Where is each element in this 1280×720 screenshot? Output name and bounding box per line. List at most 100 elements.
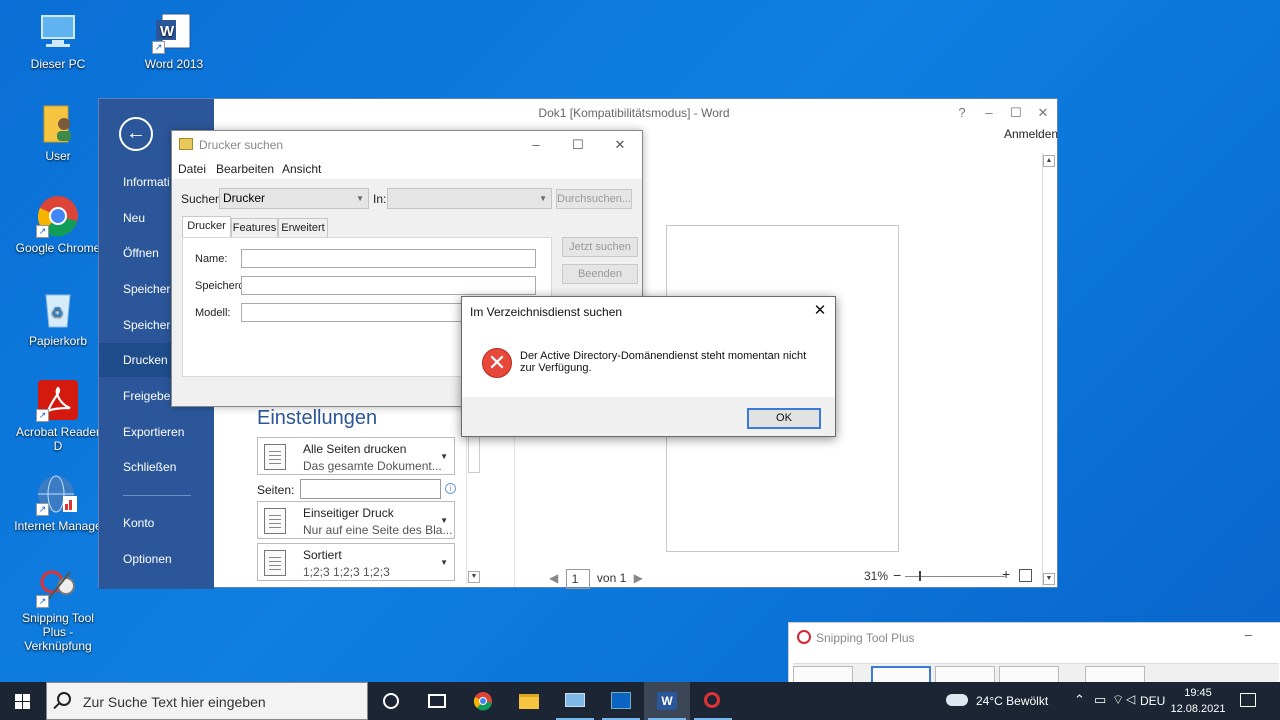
pages-label: Seiten: bbox=[257, 483, 295, 497]
zoom-in-icon[interactable]: + bbox=[1002, 566, 1010, 582]
divider bbox=[123, 495, 191, 496]
clock[interactable]: 19:45 12.08.2021 bbox=[1166, 685, 1230, 717]
single-side-icon bbox=[264, 508, 286, 534]
internet-manager-icon: ↗ bbox=[36, 472, 80, 516]
taskbar-chrome[interactable] bbox=[460, 682, 506, 720]
menu-bearbeiten[interactable]: Bearbeiten bbox=[216, 162, 274, 176]
task-view-button[interactable] bbox=[414, 682, 460, 720]
desktop-icon-papierkorb[interactable]: ♻ Papierkorb bbox=[13, 287, 103, 348]
close-button[interactable]: ✕ bbox=[1031, 103, 1055, 123]
fit-page-icon[interactable] bbox=[1019, 569, 1032, 582]
in-label: In: bbox=[373, 192, 387, 206]
battery-icon[interactable]: ▭ bbox=[1094, 692, 1106, 708]
prev-page-icon[interactable]: ◀ bbox=[549, 571, 558, 585]
help-button[interactable]: ? bbox=[950, 103, 974, 123]
maximize-button[interactable]: ☐ bbox=[1004, 103, 1028, 123]
info-icon[interactable]: i bbox=[445, 483, 456, 494]
dialog-titlebar[interactable]: Drucker suchen – ☐ ✕ bbox=[172, 131, 642, 159]
minimize-button[interactable]: – bbox=[1245, 627, 1252, 642]
browse-button[interactable]: Durchsuchen... bbox=[556, 189, 632, 209]
dropdown-description: Das gesamte Dokument... bbox=[303, 459, 442, 473]
menu-datei[interactable]: Datei bbox=[178, 162, 206, 176]
signin-link[interactable]: Anmelden bbox=[1004, 127, 1058, 141]
close-icon[interactable]: ✕ bbox=[811, 302, 829, 320]
search-icon bbox=[57, 692, 71, 706]
search-now-button[interactable]: Jetzt suchen bbox=[562, 237, 638, 257]
taskbar-explorer[interactable] bbox=[506, 682, 552, 720]
close-button[interactable]: ✕ bbox=[605, 135, 635, 155]
acrobat-icon: ↗ bbox=[36, 378, 80, 422]
name-label: Name: bbox=[195, 253, 228, 265]
dropdown-value: Alle Seiten drucken bbox=[303, 442, 407, 456]
desktop-icon-label: Google Chrome bbox=[15, 241, 101, 255]
network-icon[interactable]: ⌔ bbox=[1112, 692, 1124, 708]
desktop-icon-acrobat[interactable]: ↗ Acrobat Reader D bbox=[13, 378, 103, 453]
back-arrow-icon[interactable]: ← bbox=[119, 117, 153, 151]
desktop-icon-label: Snipping Tool Plus - Verknüpfung bbox=[22, 611, 94, 653]
word-icon: W bbox=[657, 692, 677, 710]
next-page-icon[interactable]: ▶ bbox=[634, 571, 643, 585]
taskbar-network-app[interactable] bbox=[552, 682, 598, 720]
desktop-icon-internet-manager[interactable]: ↗ Internet Manage bbox=[13, 472, 103, 533]
tab-drucker[interactable]: Drucker bbox=[182, 216, 231, 239]
shortcut-arrow-icon: ↗ bbox=[36, 225, 49, 238]
desktop-icon-word-2013[interactable]: W ↗ Word 2013 bbox=[129, 10, 219, 71]
menu-ansicht[interactable]: Ansicht bbox=[282, 162, 321, 176]
window-title: Dok1 [Kompatibilitätsmodus] - Word bbox=[538, 106, 730, 120]
print-pages-dropdown[interactable]: Alle Seiten drucken Das gesamte Dokument… bbox=[257, 437, 455, 475]
scroll-up-icon[interactable]: ▲ bbox=[1043, 155, 1055, 167]
backstage-item-schliessen[interactable]: Schließen bbox=[99, 450, 214, 484]
desktop-icon-dieser-pc[interactable]: Dieser PC bbox=[13, 10, 103, 71]
tab-features[interactable]: Features bbox=[231, 218, 278, 238]
desktop-icon-snipping-tool-plus[interactable]: ↗ Snipping Tool Plus - Verknüpfung bbox=[13, 564, 103, 653]
minimize-button[interactable]: – bbox=[977, 103, 1001, 123]
menu-bar: Datei Bearbeiten Ansicht bbox=[172, 159, 642, 179]
zoom-slider-thumb[interactable] bbox=[919, 571, 921, 581]
page-number-input[interactable]: 1 bbox=[565, 569, 590, 589]
pages-input[interactable] bbox=[300, 479, 441, 499]
start-button[interactable] bbox=[0, 682, 46, 720]
shortcut-arrow-icon: ↗ bbox=[36, 595, 49, 608]
taskbar-snipping-tool[interactable] bbox=[690, 682, 736, 720]
desktop-icon-user[interactable]: User bbox=[13, 102, 103, 163]
notification-icon[interactable] bbox=[1240, 693, 1256, 707]
taskbar-outlook[interactable] bbox=[598, 682, 644, 720]
zoom-out-icon[interactable]: − bbox=[893, 567, 901, 583]
chevron-down-icon: ▼ bbox=[539, 194, 547, 203]
error-dialog: Im Verzeichnisdienst suchen ✕ ✕ Der Acti… bbox=[461, 296, 836, 437]
chevron-up-icon[interactable]: ⌃ bbox=[1074, 692, 1085, 708]
page-total: von 1 bbox=[596, 571, 627, 586]
recycle-bin-icon: ♻ bbox=[36, 287, 80, 331]
taskbar-word[interactable]: W bbox=[644, 682, 690, 720]
scroll-down-icon[interactable]: ▼ bbox=[468, 571, 480, 583]
search-placeholder: Zur Suche Text hier eingeben bbox=[83, 694, 266, 710]
print-sides-dropdown[interactable]: Einseitiger Druck Nur auf eine Seite des… bbox=[257, 501, 455, 539]
tab-erweitert[interactable]: Erweitert bbox=[278, 218, 328, 238]
backstage-item-exportieren[interactable]: Exportieren bbox=[99, 415, 214, 449]
stop-button[interactable]: Beenden bbox=[562, 264, 638, 284]
scroll-down-icon[interactable]: ▼ bbox=[1043, 573, 1055, 585]
cortana-button[interactable] bbox=[368, 682, 414, 720]
location-input[interactable] bbox=[241, 276, 536, 295]
preview-scrollbar[interactable]: ▲ ▼ bbox=[1042, 153, 1056, 587]
language-indicator[interactable]: DEU bbox=[1140, 694, 1165, 708]
minimize-button[interactable]: – bbox=[521, 135, 551, 155]
ok-button[interactable]: OK bbox=[747, 408, 821, 429]
window-title: Snipping Tool Plus bbox=[816, 631, 915, 645]
maximize-button[interactable]: ☐ bbox=[563, 135, 593, 155]
snipping-tool-icon: ↗ bbox=[36, 564, 80, 608]
in-location-select[interactable]: ▼ bbox=[387, 188, 552, 209]
volume-icon[interactable]: ◁ bbox=[1126, 692, 1135, 706]
collate-dropdown[interactable]: Sortiert 1;2;3 1;2;3 1;2;3 ▼ bbox=[257, 543, 455, 581]
desktop-icon-google-chrome[interactable]: ↗ Google Chrome bbox=[13, 194, 103, 255]
select-value: Drucker bbox=[223, 191, 266, 205]
backstage-item-konto[interactable]: Konto bbox=[99, 506, 214, 540]
error-icon: ✕ bbox=[482, 348, 512, 378]
location-label: Speicherc bbox=[195, 280, 244, 292]
search-type-select[interactable]: Drucker ▼ bbox=[219, 188, 369, 209]
weather-widget[interactable]: 24°C Bewölkt bbox=[976, 694, 1048, 708]
dropdown-value: Einseitiger Druck bbox=[303, 506, 394, 520]
backstage-item-optionen[interactable]: Optionen bbox=[99, 542, 214, 576]
name-input[interactable] bbox=[241, 249, 536, 268]
taskbar-search[interactable]: Zur Suche Text hier eingeben bbox=[46, 682, 368, 720]
